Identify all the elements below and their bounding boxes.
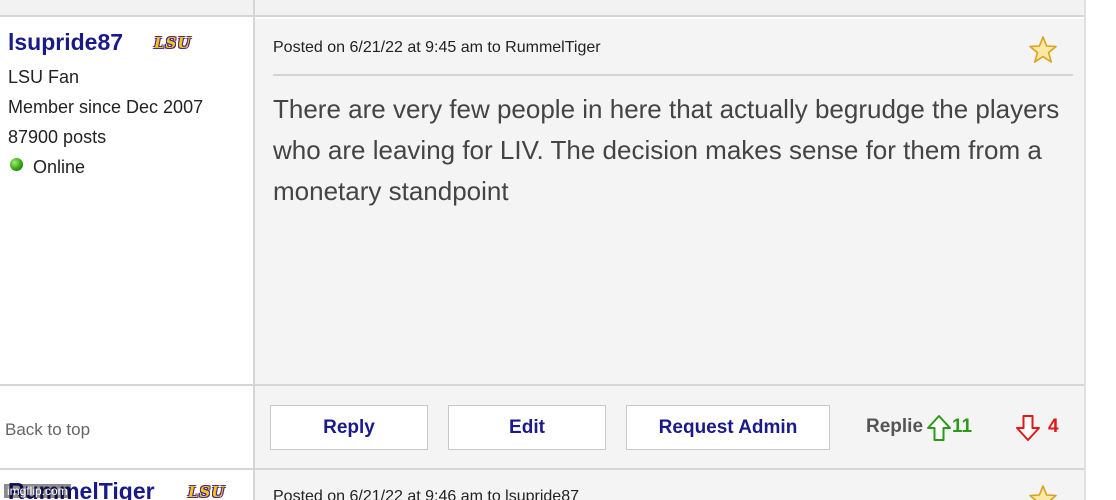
forum-thread: lsupride87 LSU LSU Fan Member since Dec … [0,0,1116,500]
author-fan-label: LSU Fan [8,67,80,87]
badge-text: LSU [154,34,192,52]
downvote-count: 4 [1048,416,1059,437]
star-icon-next[interactable] [1028,484,1058,500]
online-dot-icon [10,158,23,171]
lsu-team-badge: LSU [154,34,204,52]
lsu-team-badge-next: LSU [188,483,225,500]
author-username[interactable]: lsupride87 [8,29,123,56]
next-badge-text: LSU [188,483,226,500]
watermark: imgflip.com [4,484,71,498]
post-meta: Posted on 6/21/22 at 9:45 am to RummelTi… [273,39,601,56]
replies-link[interactable]: Replie [866,416,923,438]
author-member-since: Member since Dec 2007 [8,97,204,117]
request-admin-button[interactable]: Request Admin [626,405,830,450]
author-status: Online [33,157,86,177]
arrow-down-icon[interactable] [1015,414,1041,442]
post-content: Posted on 6/21/22 at 9:45 am to RummelTi… [255,19,1084,384]
author-post-count: 87900 posts [8,127,107,147]
post-body: There are very few people in here that a… [273,94,1060,206]
arrow-up-icon[interactable] [926,414,952,442]
back-to-top-link[interactable]: Back to top [5,420,90,440]
upvote-count: 11 [952,416,973,437]
previous-post-footer [0,0,1084,17]
right-gutter [1084,0,1116,500]
reply-button[interactable]: Reply [270,405,428,450]
author-profile: lsupride87 LSU LSU Fan Member since Dec … [0,19,253,384]
post-divider [273,74,1073,76]
star-icon[interactable] [1028,35,1058,65]
edit-button[interactable]: Edit [448,405,606,450]
next-post-meta: Posted on 6/21/22 at 9:46 am to lsupride… [273,488,579,500]
